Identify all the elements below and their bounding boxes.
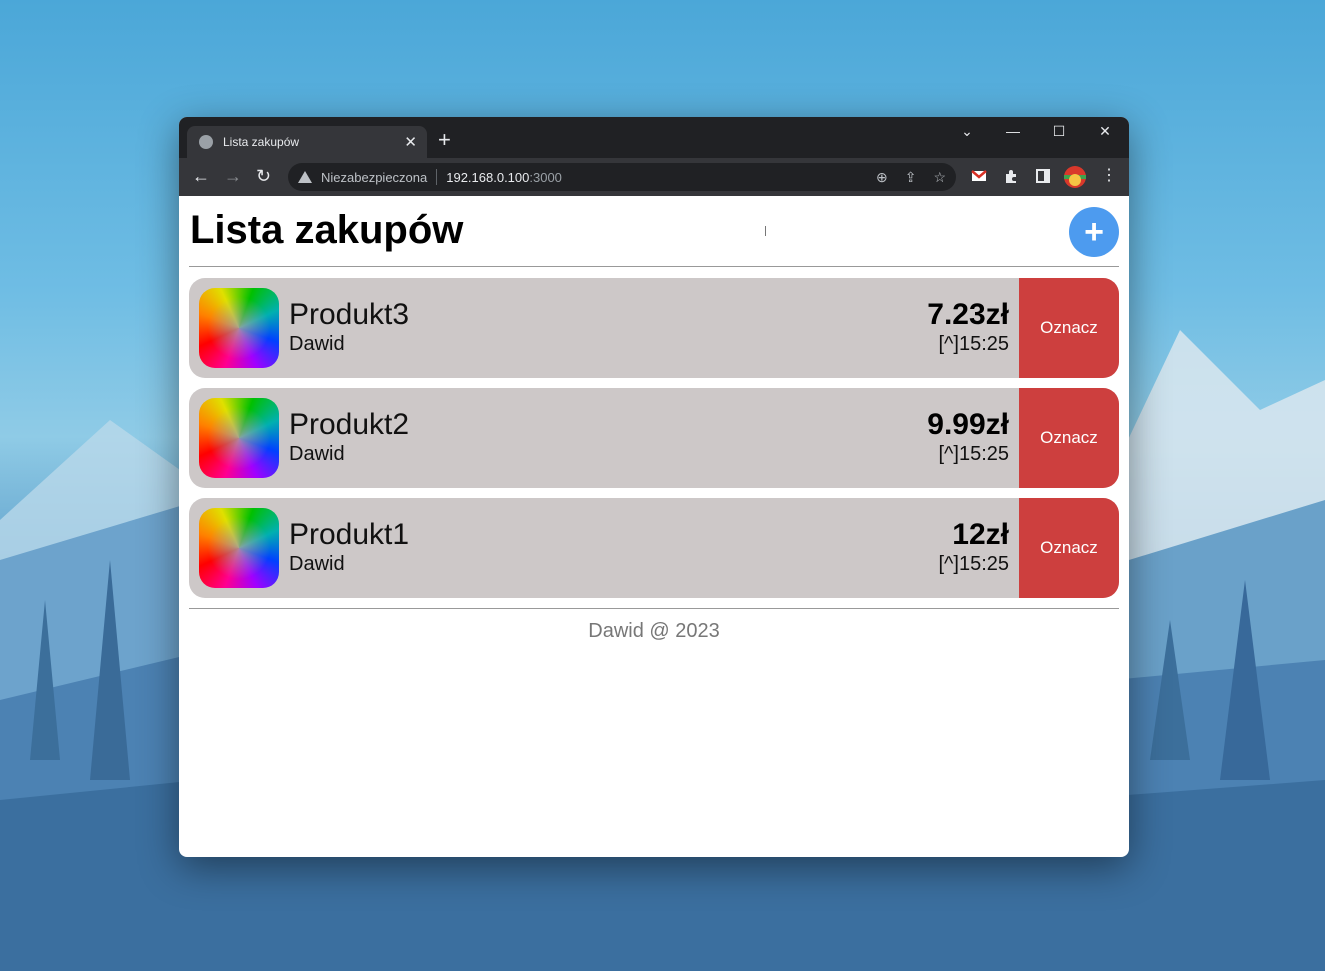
tab-close-icon[interactable]: ✕ (404, 133, 417, 151)
warning-icon (298, 171, 312, 183)
share-icon[interactable]: ⇪ (905, 169, 917, 186)
zoom-icon[interactable]: ⊕ (876, 169, 888, 186)
browser-toolbar: ← → ↻ Niezabezpieczona 192.168.0.100:300… (179, 158, 1129, 196)
gmail-extension-icon[interactable] (971, 168, 987, 184)
product-image (199, 398, 279, 478)
mark-button[interactable]: Oznacz (1019, 498, 1119, 598)
product-price: 9.99zł (927, 408, 1009, 441)
menu-kebab-icon[interactable]: ⋮ (1101, 166, 1117, 186)
product-time: [^]15:25 (938, 443, 1009, 465)
product-user: Dawid (289, 553, 345, 575)
tab-title: Lista zakupów (223, 135, 300, 149)
security-label[interactable]: Niezabezpieczona (321, 170, 427, 185)
reload-icon[interactable]: ↻ (256, 166, 271, 186)
mark-button[interactable]: Oznacz (1019, 278, 1119, 378)
close-window-button[interactable]: ✕ (1082, 123, 1128, 140)
list-item: Produkt2 Dawid 9.99zł [^]15:25 Oznacz (189, 388, 1119, 488)
product-time: [^]15:25 (938, 333, 1009, 355)
list-item: Produkt3 Dawid 7.23zł [^]15:25 Oznacz (189, 278, 1119, 378)
product-price: 7.23zł (927, 298, 1009, 331)
product-image (199, 288, 279, 368)
back-icon[interactable]: ← (192, 166, 210, 186)
address-divider (436, 169, 438, 185)
url-port: :3000 (529, 169, 562, 185)
product-time: [^]15:25 (938, 553, 1009, 575)
product-user: Dawid (289, 333, 345, 355)
side-panel-icon[interactable] (1035, 168, 1051, 184)
product-name: Produkt1 (289, 518, 410, 551)
extensions-puzzle-icon[interactable] (1003, 168, 1019, 184)
maximize-button[interactable]: ☐ (1036, 123, 1082, 140)
product-user: Dawid (289, 443, 345, 465)
mark-button[interactable]: Oznacz (1019, 388, 1119, 488)
globe-icon (199, 135, 213, 149)
tab-search-icon[interactable]: ⌄ (944, 123, 990, 140)
minimize-button[interactable]: — (990, 123, 1036, 139)
list-item: Produkt1 Dawid 12zł [^]15:25 Oznacz (189, 498, 1119, 598)
page-footer: Dawid @ 2023 (189, 608, 1119, 643)
page-title: Lista zakupów (190, 208, 464, 252)
text-cursor (765, 226, 766, 236)
address-bar[interactable]: Niezabezpieczona 192.168.0.100:3000 ⊕ ⇪ … (288, 163, 956, 191)
product-list: Produkt3 Dawid 7.23zł [^]15:25 Oznacz Pr… (189, 267, 1119, 598)
add-product-button[interactable]: + (1069, 207, 1119, 257)
forward-icon[interactable]: → (224, 166, 242, 186)
app-header: Lista zakupów + (189, 196, 1119, 267)
bookmark-star-icon[interactable]: ☆ (933, 169, 946, 186)
url-host: 192.168.0.100 (446, 169, 530, 185)
product-name: Produkt2 (289, 408, 410, 441)
product-name: Produkt3 (289, 298, 410, 331)
new-tab-button[interactable]: + (438, 129, 451, 151)
profile-avatar[interactable] (1064, 166, 1086, 188)
product-image (199, 508, 279, 588)
app-page: Lista zakupów + Produkt3 Dawid 7.23zł [^… (179, 196, 1129, 643)
address-bar-actions: ⊕ ⇪ ☆ (876, 169, 946, 186)
browser-tab[interactable]: Lista zakupów ✕ (187, 126, 427, 158)
browser-window: Lista zakupów ✕ + ⌄ — ☐ ✕ ← → ↻ Niezabez… (179, 117, 1129, 857)
product-price: 12zł (952, 518, 1009, 551)
browser-titlebar: Lista zakupów ✕ + ⌄ — ☐ ✕ (179, 117, 1129, 158)
